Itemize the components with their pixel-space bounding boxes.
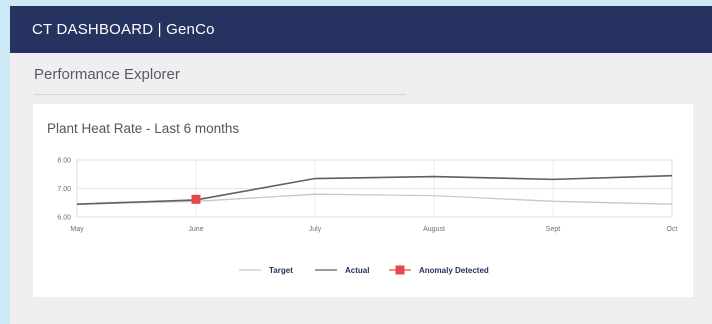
legend-actual-label: Actual: [345, 266, 369, 275]
section-divider: [34, 94, 406, 95]
x-tick-label: June: [188, 226, 203, 233]
x-tick-label: July: [309, 226, 322, 233]
legend-anomaly-label: Anomaly Detected: [419, 266, 489, 275]
anomaly-marker: [191, 194, 201, 204]
y-tick-label: 6.00: [57, 215, 71, 222]
y-tick-label: 8.00: [57, 158, 71, 165]
app-title: CT DASHBOARD | GenCo: [32, 21, 215, 38]
dashboard-frame: CT DASHBOARD | GenCo Performance Explore…: [10, 6, 712, 324]
x-tick-label: May: [70, 226, 84, 233]
target-series-line: [76, 193, 673, 205]
chart-card: Plant Heat Rate - Last 6 months 6.00 7.00…: [33, 104, 693, 297]
x-tick-label: Sept: [546, 226, 560, 233]
heat-rate-chart: 6.00 7.00 8.00 May June July August Sept Oct Targ…: [57, 158, 678, 276]
page-title: Performance Explorer: [34, 66, 180, 83]
legend-anomaly-marker: [395, 265, 405, 275]
actual-series-line: [76, 174, 673, 205]
app-header: CT DASHBOARD | GenCo: [10, 6, 712, 53]
x-tick-label: Oct: [667, 226, 678, 233]
legend-target-label: Target: [269, 266, 293, 275]
x-tick-label: August: [423, 226, 445, 233]
y-tick-label: 7.00: [57, 186, 71, 193]
